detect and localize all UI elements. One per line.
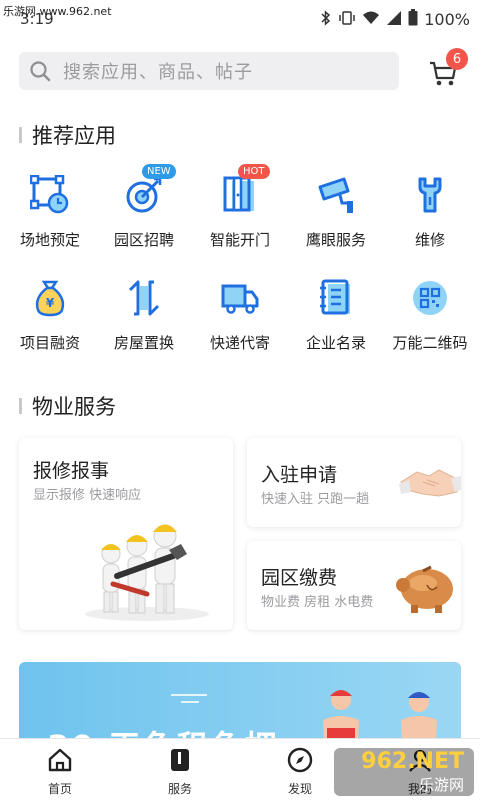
- new-tag: NEW: [142, 164, 176, 179]
- cart-button[interactable]: 6: [424, 48, 468, 92]
- section-title-text: 推荐应用: [32, 124, 116, 148]
- hot-tag: HOT: [238, 164, 270, 179]
- app-express-delivery[interactable]: 快递代寄: [192, 278, 288, 368]
- svg-text:¥: ¥: [46, 296, 55, 310]
- recruitment-icon: NEW: [124, 164, 176, 215]
- search-placeholder: 搜索应用、商品、帖子: [63, 62, 253, 83]
- section-title-recommended: 推荐应用: [19, 120, 116, 150]
- nav-label: 发现: [287, 782, 312, 796]
- watermark-caption: 乐游网: [418, 776, 464, 794]
- exchange-icon: [124, 278, 164, 318]
- enter-application-card[interactable]: 入驻申请 快速入驻 只跑一趟: [247, 438, 461, 527]
- signal-icon: [386, 10, 402, 30]
- app-enterprise-directory[interactable]: 企业名录: [288, 278, 384, 368]
- app-smart-door[interactable]: HOT 智能开门: [192, 164, 288, 265]
- cart-badge: 6: [446, 48, 468, 70]
- camera-icon: [316, 175, 356, 215]
- app-recruitment[interactable]: NEW 园区招聘: [96, 164, 192, 265]
- app-label: 维修: [414, 231, 445, 249]
- card-subtitle: 显示报修 快速响应: [33, 488, 142, 503]
- app-venue-booking[interactable]: 场地预定: [2, 175, 98, 265]
- status-icons: 100%: [320, 9, 470, 30]
- compass-icon: [287, 747, 313, 777]
- app-label: 快递代寄: [209, 334, 270, 352]
- app-repair[interactable]: 维修: [382, 175, 478, 265]
- app-label: 园区招聘: [113, 231, 174, 249]
- card-title: 园区缴费: [261, 567, 338, 589]
- search-icon: [21, 52, 59, 90]
- status-bar: 3:19 100%: [0, 0, 480, 40]
- wrench-icon: [410, 175, 450, 215]
- search-input[interactable]: 搜索应用、商品、帖子: [19, 52, 399, 90]
- bluetooth-icon: [320, 9, 332, 30]
- nav-discover[interactable]: 发现: [260, 747, 340, 797]
- app-house-exchange[interactable]: 房屋置换: [96, 278, 192, 368]
- app-label: 项目融资: [19, 334, 80, 352]
- nav-label: 服务: [167, 782, 192, 796]
- qrcode-icon: [410, 278, 450, 318]
- section-bar: [19, 398, 22, 414]
- service-icon: [167, 747, 193, 777]
- home-icon: [47, 747, 73, 777]
- wifi-icon: [362, 10, 380, 30]
- section-title-property: 物业服务: [19, 391, 116, 421]
- watermark-brand: 962.NET: [361, 749, 464, 774]
- app-label: 企业名录: [305, 334, 366, 352]
- directory-icon: [316, 278, 356, 318]
- banner-decoration: [169, 690, 209, 709]
- piggy-bank-illustration: [393, 555, 459, 621]
- venue-booking-icon: [30, 175, 70, 215]
- card-subtitle: 快速入驻 只跑一趟: [261, 492, 370, 507]
- workers-illustration: [77, 514, 217, 628]
- battery-percent: 100%: [424, 10, 470, 29]
- card-title: 报修报事: [33, 460, 110, 482]
- app-label: 智能开门: [209, 231, 270, 249]
- delivery-truck-icon: [220, 278, 260, 318]
- watermark-bottom: 962.NET 乐游网: [334, 748, 474, 796]
- nav-label: 首页: [47, 782, 72, 796]
- app-financing[interactable]: ¥ 项目融资: [2, 278, 98, 368]
- section-title-text: 物业服务: [32, 395, 116, 419]
- smart-door-icon: HOT: [220, 164, 270, 215]
- vibrate-icon: [338, 10, 356, 30]
- card-subtitle: 物业费 房租 水电费: [261, 595, 374, 610]
- app-camera-service[interactable]: 鹰眼服务: [288, 175, 384, 265]
- nav-home[interactable]: 首页: [20, 747, 100, 797]
- app-label: 万能二维码: [392, 334, 468, 352]
- money-bag-icon: ¥: [30, 278, 70, 318]
- status-time: 3:19: [20, 10, 54, 28]
- handshake-illustration: [399, 462, 461, 506]
- nav-service[interactable]: 服务: [140, 747, 220, 797]
- repair-card[interactable]: 报修报事 显示报修 快速响应: [19, 438, 233, 630]
- app-label: 鹰眼服务: [305, 231, 366, 249]
- app-label: 房屋置换: [113, 334, 174, 352]
- card-title: 入驻申请: [261, 464, 338, 486]
- app-label: 场地预定: [19, 231, 80, 249]
- app-qrcode[interactable]: 万能二维码: [382, 278, 478, 368]
- battery-icon: [408, 9, 418, 30]
- section-bar: [19, 127, 22, 143]
- park-payment-card[interactable]: 园区缴费 物业费 房租 水电费: [247, 541, 461, 630]
